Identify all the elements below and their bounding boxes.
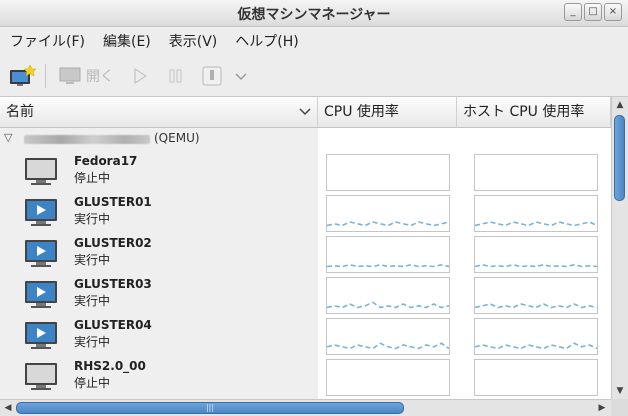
- connection-row[interactable]: ▽ (QEMU): [0, 128, 318, 150]
- vm-stopped-icon: [25, 363, 57, 390]
- cpu-usage-graph: [326, 318, 450, 355]
- vm-name: GLUSTER03: [74, 277, 152, 291]
- usage-line: [327, 221, 449, 227]
- vertical-scrollbar[interactable]: ▲ ▼: [611, 97, 628, 399]
- play-icon: [134, 67, 148, 85]
- open-label: 開く: [86, 69, 114, 85]
- usage-line: [327, 342, 449, 350]
- host-cpu-usage-graph: [474, 318, 598, 355]
- new-vm-button[interactable]: [8, 63, 36, 89]
- column-cpu[interactable]: CPU 使用率: [318, 97, 457, 127]
- vm-stopped-icon: [25, 158, 57, 185]
- shutdown-menu-dropdown[interactable]: [233, 63, 249, 89]
- scroll-left-arrow[interactable]: ◀: [0, 400, 16, 416]
- table-row[interactable]: Fedora17 停止中: [0, 150, 611, 191]
- open-button[interactable]: 開く: [58, 63, 114, 89]
- table-row[interactable]: GLUSTER04 実行中: [0, 314, 611, 355]
- minimize-button[interactable]: _: [564, 3, 582, 21]
- usage-line: [475, 342, 597, 350]
- vm-status: 実行中: [74, 212, 111, 226]
- cpu-usage-graph: [326, 195, 450, 232]
- vm-status: 停止中: [74, 171, 111, 185]
- expander-arrow-icon[interactable]: ▽: [4, 131, 12, 144]
- table-row[interactable]: GLUSTER01 実行中: [0, 191, 611, 232]
- sort-chevron-icon: [299, 108, 311, 116]
- vm-name: RHS2.0_00: [74, 359, 146, 373]
- menu-file[interactable]: ファイル(F): [0, 31, 94, 51]
- host-cpu-usage-graph: [474, 359, 598, 396]
- power-icon: [202, 66, 222, 86]
- usage-line: [475, 263, 597, 268]
- vm-name: GLUSTER02: [74, 236, 152, 250]
- vm-name: Fedora17: [74, 154, 138, 168]
- monitor-icon: [59, 67, 81, 84]
- menu-bar: ファイル(F) 編集(E) 表示(V) ヘルプ(H): [0, 27, 628, 55]
- column-host-cpu[interactable]: ホスト CPU 使用率: [457, 97, 611, 127]
- table-row[interactable]: GLUSTER03 実行中: [0, 273, 611, 314]
- column-header: 名前 CPU 使用率 ホスト CPU 使用率: [0, 97, 611, 128]
- pause-icon: [169, 69, 182, 83]
- scroll-up-arrow[interactable]: ▲: [612, 97, 628, 113]
- vm-name: GLUSTER01: [74, 195, 152, 209]
- new-vm-icon: [10, 64, 36, 86]
- shutdown-button[interactable]: [201, 63, 223, 89]
- close-button[interactable]: ×: [604, 3, 622, 21]
- cpu-usage-graph: [326, 277, 450, 314]
- chevron-down-icon: [235, 73, 247, 81]
- column-name[interactable]: 名前: [0, 97, 318, 127]
- scroll-down-arrow[interactable]: ▼: [612, 383, 628, 399]
- vm-running-icon: [25, 199, 57, 226]
- vm-status: 実行中: [74, 294, 111, 308]
- scroll-corner: [611, 399, 628, 416]
- vertical-scroll-thumb[interactable]: [614, 115, 625, 201]
- cpu-usage-graph: [326, 154, 450, 191]
- menu-view[interactable]: 表示(V): [160, 31, 227, 51]
- title-bar: 仮想マシンマネージャー _ □ ×: [0, 0, 628, 27]
- cpu-usage-graph: [326, 359, 450, 396]
- vm-running-icon: [25, 240, 57, 267]
- vm-name: GLUSTER04: [74, 318, 152, 332]
- window-title: 仮想マシンマネージャー: [237, 7, 391, 23]
- host-cpu-usage-graph: [474, 195, 598, 232]
- table-row[interactable]: RHS2.0_00 停止中: [0, 355, 611, 396]
- cpu-usage-graph: [326, 236, 450, 273]
- vm-running-icon: [25, 281, 57, 308]
- host-cpu-usage-graph: [474, 154, 598, 191]
- menu-edit[interactable]: 編集(E): [94, 31, 160, 51]
- run-button[interactable]: [131, 63, 149, 89]
- maximize-button[interactable]: □: [584, 3, 602, 21]
- menu-help[interactable]: ヘルプ(H): [226, 31, 307, 51]
- horizontal-scrollbar[interactable]: ◀ ||| ▶: [0, 399, 611, 416]
- vm-status: 実行中: [74, 335, 111, 349]
- toolbar: 開く: [0, 56, 628, 97]
- usage-line: [475, 303, 597, 309]
- host-cpu-usage-graph: [474, 277, 598, 314]
- vm-status: 停止中: [74, 376, 111, 390]
- usage-line: [327, 301, 449, 309]
- connection-host-blurred: [24, 135, 150, 144]
- pause-button[interactable]: [166, 63, 186, 89]
- vm-running-icon: [25, 322, 57, 349]
- vm-list: ▽ (QEMU) Fedora17 停止中 GLUSTER01 実行中 GLUSTER0…: [0, 128, 611, 399]
- column-name-label: 名前: [6, 104, 34, 120]
- table-row[interactable]: GLUSTER02 実行中: [0, 232, 611, 273]
- usage-line: [327, 263, 449, 268]
- scroll-right-arrow[interactable]: ▶: [594, 400, 610, 416]
- horizontal-scroll-thumb[interactable]: |||: [16, 402, 404, 414]
- host-cpu-usage-graph: [474, 236, 598, 273]
- vm-status: 実行中: [74, 253, 111, 267]
- usage-line: [475, 221, 597, 227]
- connection-label: (QEMU): [154, 131, 200, 145]
